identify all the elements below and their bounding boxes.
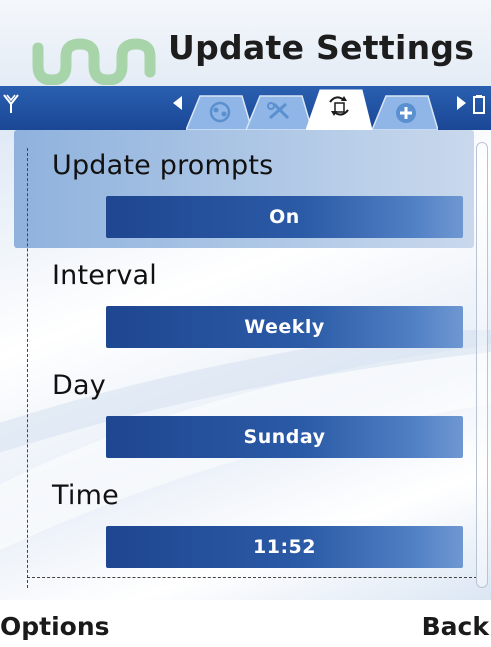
softkey-bar: Options Back bbox=[0, 600, 491, 647]
tab-tools[interactable] bbox=[246, 94, 312, 130]
tab-strip bbox=[0, 86, 491, 130]
focus-frame-left bbox=[27, 148, 28, 588]
tab-update[interactable] bbox=[306, 88, 372, 130]
setting-label: Time bbox=[52, 480, 119, 511]
page-title: Update Settings bbox=[168, 28, 475, 67]
setting-label: Day bbox=[52, 370, 106, 401]
tab-add[interactable] bbox=[372, 94, 438, 130]
battery-icon bbox=[473, 95, 485, 114]
umu-logo-icon bbox=[32, 38, 156, 85]
add-icon bbox=[396, 103, 416, 123]
setting-interval[interactable]: Interval Weekly bbox=[14, 240, 474, 358]
setting-update-prompts[interactable]: Update prompts On bbox=[14, 130, 474, 248]
back-softkey[interactable]: Back bbox=[422, 612, 489, 641]
tab-scroll-left-icon[interactable] bbox=[170, 94, 184, 112]
tab-scroll-right-icon[interactable] bbox=[455, 94, 469, 112]
title-bar: Update Settings bbox=[0, 0, 491, 90]
setting-label: Interval bbox=[52, 260, 157, 291]
setting-label: Update prompts bbox=[52, 150, 274, 181]
setting-value-field[interactable]: 11:52 bbox=[106, 526, 463, 568]
setting-value-field[interactable]: On bbox=[106, 196, 463, 238]
options-softkey[interactable]: Options bbox=[0, 612, 110, 641]
setting-time[interactable]: Time 11:52 bbox=[14, 460, 474, 578]
signal-icon bbox=[3, 94, 19, 113]
settings-list: Update prompts On Interval Weekly Day Su… bbox=[0, 130, 491, 600]
scrollbar[interactable] bbox=[476, 142, 488, 588]
setting-day[interactable]: Day Sunday bbox=[14, 350, 474, 468]
focus-frame-bottom bbox=[27, 577, 477, 578]
tab-sync[interactable] bbox=[186, 94, 252, 130]
setting-value-field[interactable]: Sunday bbox=[106, 416, 463, 458]
setting-value-field[interactable]: Weekly bbox=[106, 306, 463, 348]
